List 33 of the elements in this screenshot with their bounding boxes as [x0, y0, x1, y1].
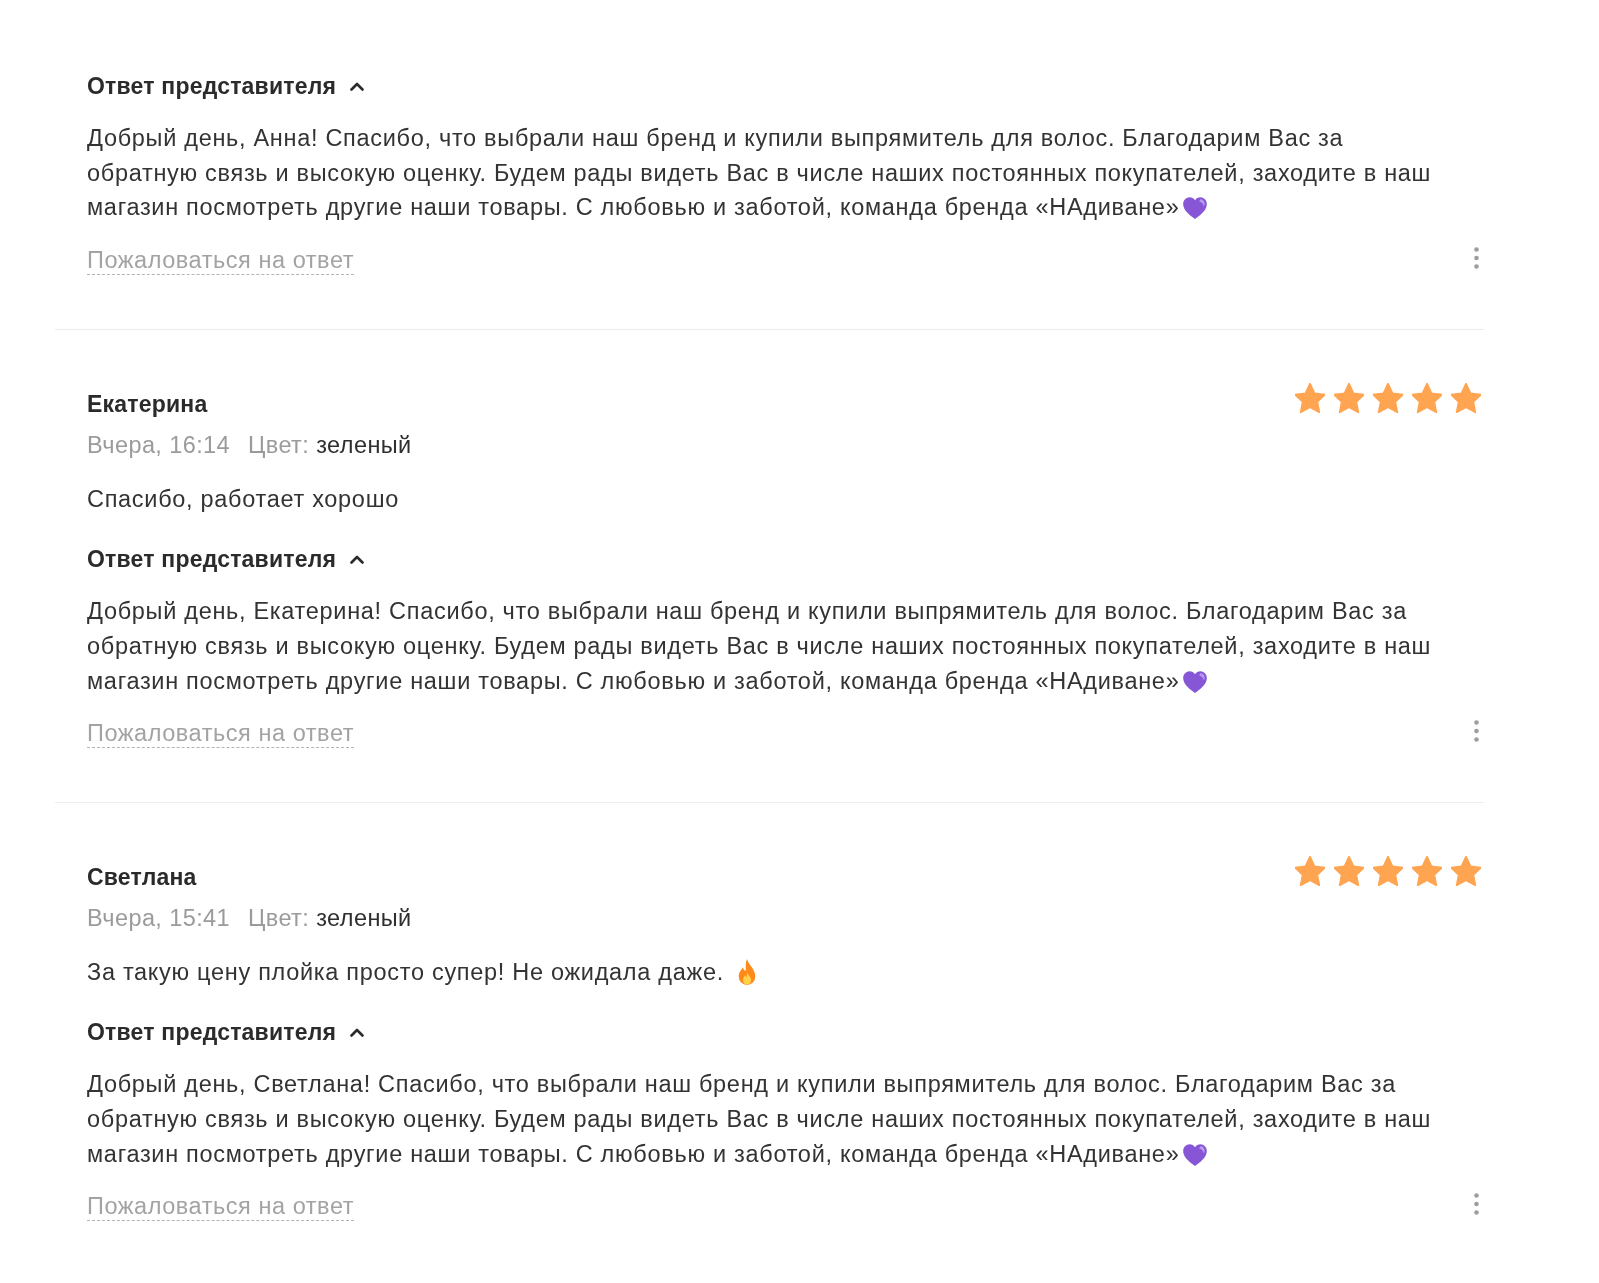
attribute-value: зеленый — [316, 431, 412, 461]
review-date: Вчера, 16:14 — [87, 431, 230, 461]
author-name: Екатерина — [87, 390, 208, 420]
attribute-value: зеленый — [316, 904, 412, 934]
reply-toggle[interactable]: Ответ представителя — [87, 71, 365, 101]
attribute-label: Цвет: — [248, 431, 310, 461]
star-icon — [1334, 383, 1364, 414]
heart-icon — [1183, 1143, 1208, 1166]
star-icon — [1373, 856, 1403, 887]
star-icon — [1295, 856, 1325, 887]
star-icon — [1334, 856, 1364, 887]
reply-text: Добрый день, Светлана! Спасибо, что выбрали наш бренд и купили выпрямитель для волос. Благодарим Вас за обратную связь и высокую оценку. Будем рады видеть Вас в числе наших постоянных покупателей, заходите в наш магазин посмотреть другие наши товары. С любовью и заботой, команда бренда «НАдиване» — [87, 1071, 1432, 1167]
review-comment: За такую цену плойка просто супер! Не ожидала даже. — [87, 958, 724, 988]
attribute-label: Цвет: — [248, 904, 310, 934]
more-options-icon[interactable] — [1474, 719, 1479, 742]
star-icon — [1451, 856, 1481, 887]
heart-icon — [1183, 670, 1208, 693]
star-icon — [1451, 383, 1481, 414]
heart-icon — [1183, 197, 1208, 220]
star-icon — [1412, 856, 1442, 887]
more-options-icon[interactable] — [1474, 1192, 1479, 1215]
review-comment: Спасибо, работает хорошо — [87, 485, 399, 515]
reply-toggle[interactable]: Ответ представителя — [87, 544, 365, 575]
reply-toggle[interactable]: Ответ представителя — [87, 1017, 365, 1048]
author-name: Светлана — [87, 863, 197, 893]
star-icon — [1412, 383, 1442, 414]
star-icon — [1295, 383, 1325, 414]
flame-icon — [737, 959, 756, 986]
reply-text: Добрый день, Екатерина! Спасибо, что выбрали наш бренд и купили выпрямитель для волос. Благодарим Вас за обратную связь и высокую оценку. Будем рады видеть Вас в числе наших постоянных покупателей, заходите в наш магазин посмотреть другие наши товары. С любовью и заботой, команда бренда «НАдиване» — [87, 598, 1432, 694]
review-date: Вчера, 15:41 — [87, 904, 230, 934]
more-options-icon[interactable] — [1474, 246, 1479, 269]
reply-text: Добрый день, Анна! Спасибо, что выбрали наш бренд и купили выпрямитель для волос. Благодарим Вас за обратную связь и высокую оценку. Будем рады видеть Вас в числе наших постоянных покупателей, заходите в наш магазин посмотреть другие наши товары. С любовью и заботой, команда бренда «НАдиване» — [87, 125, 1432, 221]
star-icon — [1373, 383, 1403, 414]
